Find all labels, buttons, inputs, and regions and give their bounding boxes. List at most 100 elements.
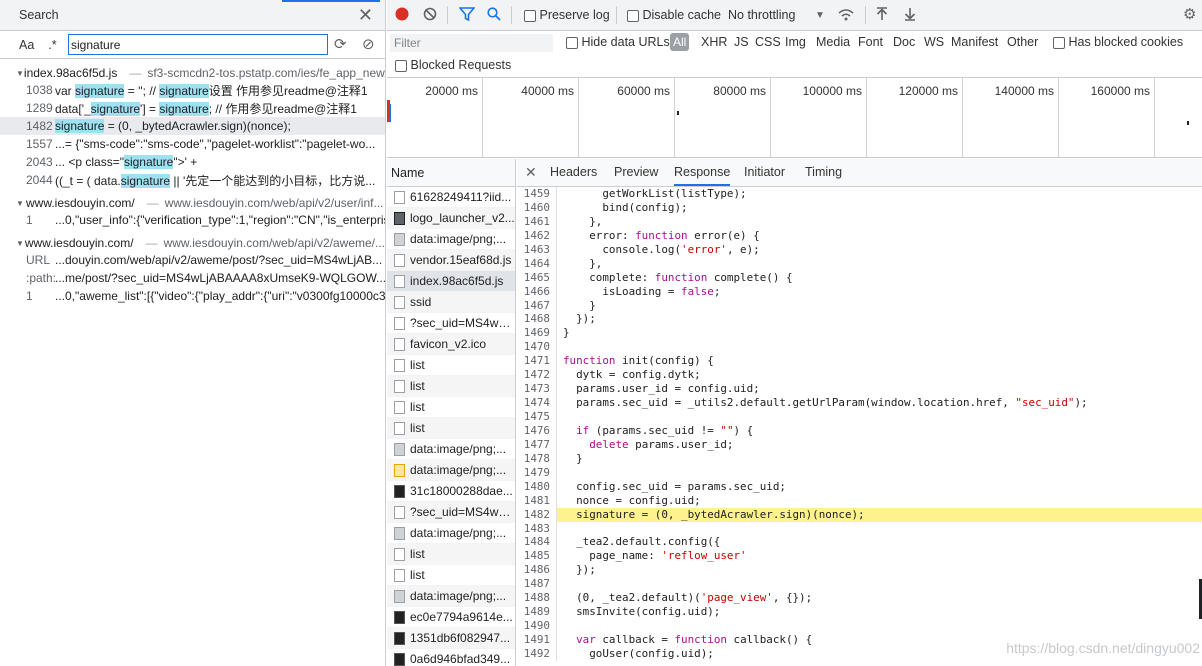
code-text: }); (563, 563, 596, 577)
request-row[interactable]: ?sec_uid=MS4wL... (387, 313, 515, 334)
result-line-text: ...0,"user_info":{"verification_type":1,… (55, 213, 385, 227)
request-row[interactable]: 61628249411?iid... (387, 187, 515, 208)
search-input[interactable] (68, 34, 328, 55)
search-result-line[interactable]: 2043... <p class="signature">' + (0, 153, 385, 171)
blocked-requests-checkbox[interactable]: Blocked Requests (395, 58, 511, 72)
record-icon[interactable] (395, 7, 409, 24)
expand-triangle-icon[interactable]: ▼ (16, 239, 25, 248)
filter-input[interactable] (390, 34, 553, 52)
has-blocked-cookies-checkbox[interactable]: Has blocked cookies (1053, 35, 1183, 49)
request-row[interactable]: ?sec_uid=MS4wL... (387, 502, 515, 523)
result-file-header[interactable]: ▼ index.98ac6f5d.js — sf3-scmcdn2-tos.pstat… (0, 65, 385, 81)
name-column-header[interactable]: Name (387, 159, 515, 187)
import-har-icon[interactable] (875, 7, 889, 24)
result-file-header[interactable]: ▼ www.iesdouyin.com/ — www.iesdouyin.com/we… (0, 235, 385, 251)
tab-initiator[interactable]: Initiator (744, 165, 785, 179)
disable-cache-checkbox[interactable]: Disable cache (627, 8, 721, 22)
filter-type-js[interactable]: JS (734, 35, 749, 49)
request-row[interactable]: data:image/png;... (387, 229, 515, 250)
file-icon (394, 253, 405, 267)
filter-type-manifest[interactable]: Manifest (951, 35, 998, 49)
result-line-number: :path: (26, 271, 57, 285)
search-result-line[interactable]: 1 ...0,"user_info":{"verification_type":1… (0, 211, 385, 229)
request-row[interactable]: data:image/png;... (387, 523, 515, 544)
result-file-header[interactable]: ▼ www.iesdouyin.com/ — www.iesdouyin.com/we… (0, 195, 385, 211)
close-detail-icon[interactable]: ✕ (525, 164, 537, 181)
request-row[interactable]: list (387, 355, 515, 376)
request-row[interactable]: list (387, 397, 515, 418)
tab-timing[interactable]: Timing (805, 165, 842, 179)
code-line-number: 1472 (517, 368, 557, 383)
filter-type-doc[interactable]: Doc (893, 35, 915, 49)
result-line-text: ((_t = ( data.signature || '先定一个能达到的小目标，… (55, 173, 376, 188)
request-row[interactable]: favicon_v2.ico (387, 334, 515, 355)
search-results: ▼ index.98ac6f5d.js — sf3-scmcdn2-tos.pstat… (0, 65, 385, 305)
request-row[interactable]: list (387, 544, 515, 565)
request-name: vendor.15eaf68d.js (410, 253, 512, 267)
export-har-icon[interactable] (903, 7, 917, 24)
tab-response[interactable]: Response (674, 165, 731, 186)
code-line-number: 1482 (517, 507, 557, 522)
search-icon[interactable] (487, 7, 501, 24)
search-result-line[interactable]: 2044 ((_t = ( data.signature || '先定一个能达到的… (0, 171, 385, 189)
code-line-number: 1473 (517, 382, 557, 397)
search-result-line[interactable]: 1289 data['_signature'] = signature; // 作… (0, 99, 385, 117)
dropdown-arrow-icon[interactable]: ▼ (815, 8, 825, 24)
request-row[interactable]: 31c18000288dae... (387, 481, 515, 502)
tab-headers[interactable]: Headers (550, 165, 597, 179)
search-result-line[interactable]: 1482 signature = (0, _bytedAcrawler.sign)… (0, 117, 385, 135)
filter-type-ws[interactable]: WS (924, 35, 944, 49)
request-row[interactable]: data:image/png;... (387, 586, 515, 607)
code-line-number: 1477 (517, 437, 557, 452)
clear-log-icon[interactable] (423, 7, 437, 24)
filter-type-css[interactable]: CSS (755, 35, 781, 49)
tab-preview[interactable]: Preview (614, 165, 658, 179)
search-result-line[interactable]: 1557 ...= {"sms-code":"sms-code","pagelet… (0, 135, 385, 153)
filter-type-media[interactable]: Media (816, 35, 850, 49)
match-case-button[interactable]: Aa (19, 38, 34, 52)
match-highlight: signature (159, 83, 209, 98)
request-row[interactable]: ec0e7794a9614e... (387, 607, 515, 628)
search-result-line[interactable]: 1038 var signature = ''; // signature设置 作… (0, 81, 385, 99)
hide-data-urls-checkbox[interactable]: Hide data URLs (566, 35, 670, 49)
filter-type-font[interactable]: Font (858, 35, 883, 49)
network-conditions-icon[interactable] (837, 7, 855, 24)
request-row[interactable]: logo_launcher_v2... (387, 208, 515, 229)
request-row[interactable]: data:image/png;... (387, 439, 515, 460)
search-result-line[interactable]: URL ...douyin.com/web/api/v2/aweme/post/?… (0, 251, 385, 269)
request-row[interactable]: 1351db6f082947... (387, 628, 515, 649)
close-icon[interactable]: ✕ (358, 6, 373, 24)
image-icon (394, 484, 405, 498)
request-row[interactable]: data:image/png;... (387, 460, 515, 481)
filter-type-other[interactable]: Other (1007, 35, 1038, 49)
result-group: ▼ www.iesdouyin.com/ — www.iesdouyin.com/we… (0, 195, 385, 229)
filter-icon[interactable] (458, 7, 476, 24)
filter-type-all[interactable]: All (670, 33, 690, 51)
request-name: list (410, 421, 425, 435)
throttling-select[interactable]: No throttling (728, 8, 795, 22)
search-result-line[interactable]: 1 ...0,"aweme_list":[{"video":{"play_addr… (0, 287, 385, 305)
expand-triangle-icon[interactable]: ▼ (16, 199, 26, 208)
request-row[interactable]: vendor.15eaf68d.js (387, 250, 515, 271)
refresh-icon[interactable]: ⟳ (334, 35, 347, 53)
result-file-url: sf3-scmcdn2-tos.pstatp.com/ies/fe_app_ne… (147, 66, 385, 80)
response-code-viewer[interactable]: 1459 getWorkList(listType); 1460 bind(con… (517, 187, 1202, 666)
filter-type-img[interactable]: Img (785, 35, 806, 49)
request-row[interactable]: ssid (387, 292, 515, 313)
request-row[interactable]: list (387, 418, 515, 439)
request-row[interactable]: list (387, 565, 515, 586)
search-result-line[interactable]: :path: ...me/post/?sec_uid=MS4wLjABAAAA8x… (0, 269, 385, 287)
regex-button[interactable]: .* (48, 38, 56, 52)
clear-icon[interactable]: ⊘ (362, 35, 375, 53)
gear-icon[interactable]: ⚙ (1183, 7, 1196, 23)
hide-data-urls-label: Hide data URLs (581, 35, 670, 49)
code-line: 1476 if (params.sec_uid != "") { (517, 423, 1202, 438)
preserve-log-checkbox[interactable]: Preserve log (524, 8, 610, 22)
string-token: "sec_uid" (1015, 396, 1075, 410)
request-row[interactable]: 0a6d946bfad349... (387, 649, 515, 666)
filter-type-xhr[interactable]: XHR (701, 35, 727, 49)
request-row[interactable]: index.98ac6f5d.js (387, 271, 515, 292)
expand-triangle-icon[interactable]: ▼ (16, 69, 24, 78)
request-row[interactable]: list (387, 376, 515, 397)
timeline-overview[interactable]: 20000 ms 40000 ms 60000 ms 80000 ms 100000 m… (387, 78, 1202, 158)
